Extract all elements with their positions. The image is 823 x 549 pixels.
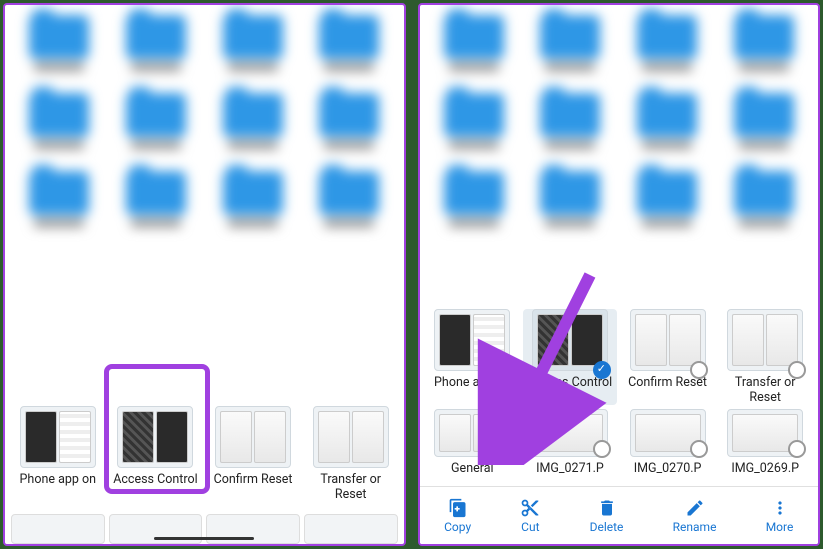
file-item-access-control[interactable]: Access Control bbox=[523, 309, 617, 405]
blurred-folder-background bbox=[5, 5, 404, 251]
rename-button[interactable]: Rename bbox=[673, 498, 717, 534]
file-item-img-0270[interactable]: IMG_0270.P bbox=[621, 409, 715, 476]
file-label: Access Control bbox=[113, 472, 197, 487]
selection-checkbox[interactable] bbox=[593, 440, 611, 458]
file-item-phone-app[interactable]: Phone app on bbox=[11, 406, 105, 502]
rename-icon bbox=[685, 498, 705, 518]
file-item-general[interactable]: General bbox=[426, 409, 520, 476]
selection-checkbox[interactable] bbox=[495, 361, 513, 379]
file-label: Transfer or Reset bbox=[720, 375, 810, 405]
blurred-folder-background bbox=[420, 5, 819, 251]
selection-checkbox[interactable] bbox=[788, 361, 806, 379]
copy-button[interactable]: Copy bbox=[444, 498, 471, 534]
cut-button[interactable]: Cut bbox=[520, 498, 540, 534]
action-label: Rename bbox=[673, 520, 717, 534]
file-item-img-0269[interactable]: IMG_0269.P bbox=[718, 409, 812, 476]
action-label: Delete bbox=[590, 520, 624, 534]
file-item-access-control[interactable]: Access Control bbox=[109, 406, 203, 502]
right-phone-screen: Phone app on Access Control Confirm Rese… bbox=[418, 3, 821, 546]
file-item-transfer-reset[interactable]: Transfer or Reset bbox=[718, 309, 812, 405]
selection-checkbox-checked[interactable] bbox=[593, 361, 611, 379]
more-icon bbox=[770, 498, 790, 518]
file-grid-selection-mode: Phone app on Access Control Confirm Rese… bbox=[420, 301, 819, 486]
cut-icon bbox=[520, 498, 540, 518]
file-item-transfer-reset[interactable]: Transfer or Reset bbox=[304, 406, 398, 502]
file-grid: Phone app on Access Control Confirm Rese… bbox=[5, 398, 404, 512]
bottom-action-bar: Copy Cut Delete Rename More bbox=[420, 486, 819, 544]
home-indicator[interactable] bbox=[154, 537, 254, 540]
action-label: Cut bbox=[521, 520, 539, 534]
file-label: IMG_0270.P bbox=[634, 461, 702, 476]
file-label: Transfer or Reset bbox=[306, 472, 396, 502]
file-label: IMG_0271.P bbox=[536, 461, 604, 476]
delete-button[interactable]: Delete bbox=[590, 498, 624, 534]
file-label: IMG_0269.P bbox=[731, 461, 799, 476]
file-label: Phone app on bbox=[20, 472, 97, 487]
copy-icon bbox=[448, 498, 468, 518]
left-phone-screen: Phone app on Access Control Confirm Rese… bbox=[3, 3, 406, 546]
file-item-confirm-reset[interactable]: Confirm Reset bbox=[621, 309, 715, 405]
more-button[interactable]: More bbox=[766, 498, 794, 534]
action-label: More bbox=[766, 520, 794, 534]
file-item-img-0271[interactable]: IMG_0271.P bbox=[523, 409, 617, 476]
selection-checkbox[interactable] bbox=[495, 440, 513, 458]
delete-icon bbox=[597, 498, 617, 518]
action-label: Copy bbox=[444, 520, 471, 534]
file-label: General bbox=[451, 461, 494, 476]
file-item-phone-app[interactable]: Phone app on bbox=[426, 309, 520, 405]
selection-checkbox[interactable] bbox=[788, 440, 806, 458]
file-item-confirm-reset[interactable]: Confirm Reset bbox=[206, 406, 300, 502]
file-label: Confirm Reset bbox=[214, 472, 293, 487]
selection-checkbox[interactable] bbox=[690, 440, 708, 458]
